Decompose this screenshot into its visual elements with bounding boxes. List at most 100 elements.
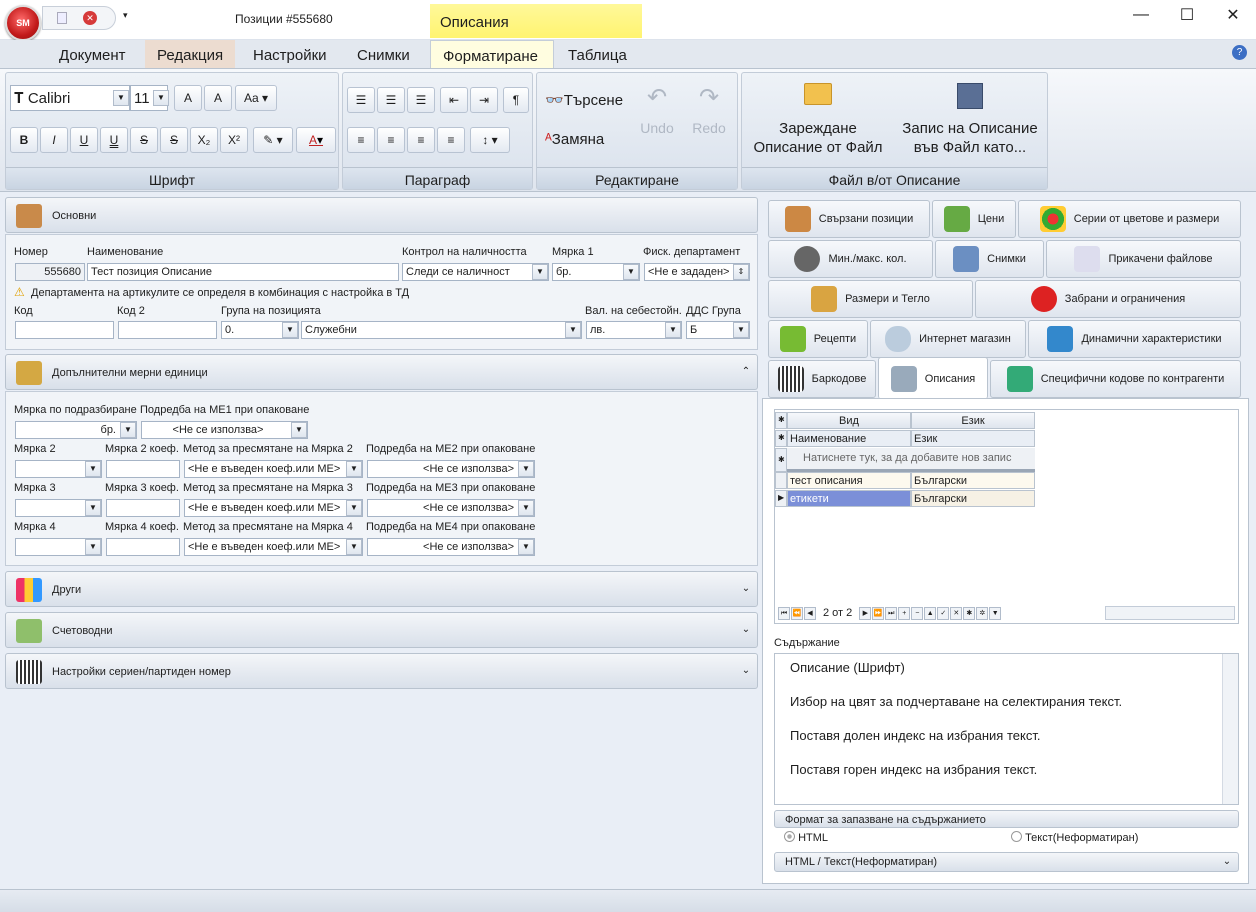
unit2-coef-field[interactable] (106, 460, 180, 478)
expand-icon[interactable]: ⌄ (741, 584, 751, 594)
html-text-header[interactable]: HTML / Текст(Неформатиран) ⌄ (774, 852, 1239, 872)
expand-icon[interactable]: ⌄ (1222, 857, 1232, 867)
load-description-button[interactable]: Зареждане Описание от Файл (748, 83, 888, 157)
shrink-font-button[interactable]: A (204, 85, 232, 111)
last-page-icon[interactable]: ⏭ (885, 606, 898, 620)
align-center-button[interactable]: ≡ (377, 127, 405, 153)
tab-attached-files[interactable]: Прикачени файлове (1046, 240, 1241, 278)
order-me1-select[interactable]: <Не се използва> (141, 421, 308, 439)
currency-dropdown[interactable]: ▼ (665, 322, 681, 338)
filter-icon[interactable]: ▼ (989, 606, 1002, 620)
show-paragraph-button[interactable]: ¶ (503, 87, 529, 113)
group-select[interactable]: Служебни (301, 321, 582, 339)
apply-icon[interactable]: ✓ (937, 606, 950, 620)
prev-record-icon[interactable]: ◀ (804, 606, 816, 620)
unit2-dropdown[interactable]: ▼ (85, 461, 101, 477)
tab-linked-items[interactable]: Свързани позиции (768, 200, 930, 238)
unit2-method-select[interactable]: <Не е въведен коеф.или МЕ> (184, 460, 363, 478)
font-color-button[interactable]: A ▾ (296, 127, 336, 153)
refresh-icon[interactable]: ✱ (963, 606, 976, 620)
next-page-icon[interactable]: ⏩ (872, 606, 885, 620)
unit3-coef-field[interactable] (106, 499, 180, 517)
italic-button[interactable]: I (40, 127, 68, 153)
tab-formatting[interactable]: Форматиране (430, 40, 554, 68)
row-1-type[interactable]: тест описания (787, 472, 911, 489)
code2-field[interactable] (118, 321, 217, 339)
expand-icon[interactable]: ⌄ (741, 666, 751, 676)
unit4-method-dropdown[interactable]: ▼ (346, 539, 362, 555)
content-vscrollbar[interactable] (1222, 654, 1238, 804)
multilevel-list-button[interactable]: ☰ (407, 87, 435, 113)
default-unit-dropdown[interactable]: ▼ (120, 422, 136, 438)
format-text-option[interactable]: Текст(Неформатиран) (1011, 831, 1138, 844)
row-2-language[interactable]: Български (911, 490, 1035, 507)
undo-button[interactable]: ↶ Undo (637, 83, 677, 136)
unit4-order-dropdown[interactable]: ▼ (518, 539, 534, 555)
unit4-order-select[interactable]: <Не се използва> (367, 538, 535, 556)
align-left-button[interactable]: ≡ (347, 127, 375, 153)
group-dropdown[interactable]: ▼ (565, 322, 581, 338)
help-icon[interactable]: ? (1232, 45, 1247, 60)
unit2-order-select[interactable]: <Не се използва> (367, 460, 535, 478)
qat-customize-icon[interactable]: ▾ (123, 10, 128, 21)
unit3-method-dropdown[interactable]: ▼ (346, 500, 362, 516)
unit4-coef-field[interactable] (106, 538, 180, 556)
format-html-option[interactable]: HTML (784, 831, 828, 844)
delete-icon[interactable]: − (911, 606, 924, 620)
unit2-method-dropdown[interactable]: ▼ (346, 461, 362, 477)
font-size-dropdown[interactable]: ▼ (153, 90, 169, 106)
line-spacing-button[interactable]: ↕ ▾ (470, 127, 510, 153)
unit3-method-select[interactable]: <Не е въведен коеф.или МЕ> (184, 499, 363, 517)
redo-button[interactable]: ↷ Redo (689, 83, 729, 136)
tab-min-max[interactable]: Мин./макс. кол. (768, 240, 933, 278)
tab-document[interactable]: Документ (47, 40, 138, 68)
tab-images[interactable]: Снимки (345, 40, 422, 68)
tab-edit[interactable]: Редакция (145, 40, 236, 68)
collapse-icon[interactable]: ⌃ (741, 367, 751, 377)
append-icon[interactable]: + (898, 606, 911, 620)
code-field[interactable] (15, 321, 114, 339)
tab-prices[interactable]: Цени (932, 200, 1016, 238)
tab-descriptions[interactable]: Описания (878, 357, 988, 399)
row-2-type[interactable]: етикети (787, 490, 911, 507)
strikeout-button[interactable]: S (130, 127, 158, 153)
font-name-dropdown[interactable]: ▼ (113, 90, 129, 106)
decrease-indent-button[interactable]: ⇤ (440, 87, 468, 113)
minimize-button[interactable]: — (1118, 0, 1164, 30)
cancel-icon[interactable]: ✕ (950, 606, 963, 620)
app-menu-button[interactable]: SM (5, 5, 41, 41)
default-unit-select[interactable]: бр. (15, 421, 137, 439)
save-description-button[interactable]: Запис на Описание във Файл като... (896, 83, 1044, 157)
unit4-dropdown[interactable]: ▼ (85, 539, 101, 555)
tab-color-size-series[interactable]: Серии от цветове и размери (1018, 200, 1241, 238)
subscript-button[interactable]: X₂ (190, 127, 218, 153)
save-icon[interactable] (57, 12, 67, 24)
justify-button[interactable]: ≡ (437, 127, 465, 153)
grid-header-language[interactable]: Език (911, 412, 1035, 429)
numbering-button[interactable]: ☰ (377, 87, 405, 113)
unit2-order-dropdown[interactable]: ▼ (518, 461, 534, 477)
first-page-icon[interactable]: ⏮ (778, 606, 790, 620)
stock-dropdown[interactable]: ▼ (532, 264, 548, 280)
tab-recipes[interactable]: Рецепти (768, 320, 868, 358)
tab-barcodes[interactable]: Баркодове (768, 360, 876, 398)
unit4-method-select[interactable]: <Не е въведен коеф.или МЕ> (184, 538, 363, 556)
filter-language[interactable]: Език (911, 430, 1035, 447)
edit-icon[interactable]: ▲ (924, 606, 937, 620)
accounting-header[interactable]: Счетоводни ⌄ (5, 612, 758, 648)
basics-header[interactable]: Основни (5, 197, 758, 233)
grid-header-type[interactable]: Вид (787, 412, 911, 429)
tab-table[interactable]: Таблица (556, 40, 639, 68)
underline-button[interactable]: U (70, 127, 98, 153)
unit3-dropdown[interactable]: ▼ (85, 500, 101, 516)
align-right-button[interactable]: ≡ (407, 127, 435, 153)
content-editor[interactable]: Описание (Шрифт) Избор на цвят за подчер… (774, 653, 1239, 805)
superscript-button[interactable]: X² (220, 127, 248, 153)
close-doc-icon[interactable]: ✕ (83, 11, 97, 25)
row-1-language[interactable]: Български (911, 472, 1035, 489)
tab-settings[interactable]: Настройки (241, 40, 339, 68)
change-case-button[interactable]: Aa ▾ (235, 85, 277, 111)
serial-settings-header[interactable]: Настройки сериен/партиден номер ⌄ (5, 653, 758, 689)
grid-hscrollbar[interactable] (1105, 606, 1235, 620)
tab-dimensions[interactable]: Размери и Тегло (768, 280, 973, 318)
